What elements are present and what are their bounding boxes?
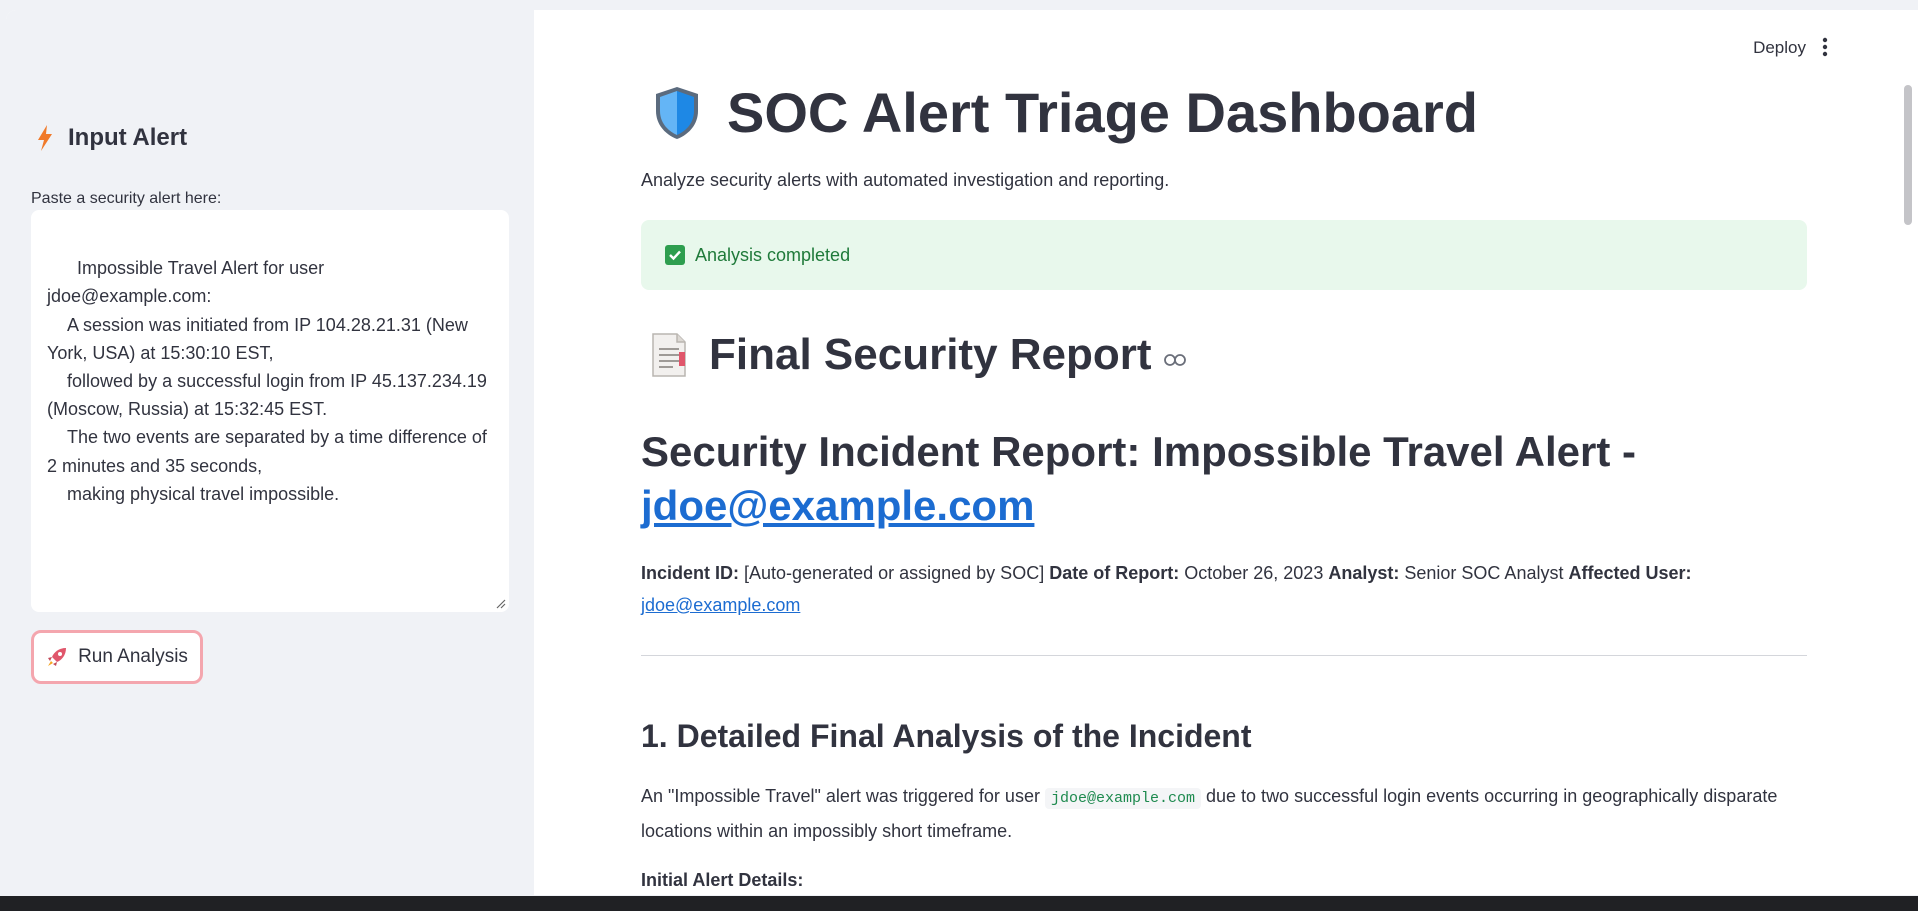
shield-icon [656,86,698,139]
page-title: SOC Alert Triage Dashboard [727,81,1478,144]
incident-id-value: [Auto-generated or assigned by SOC] [744,563,1045,583]
analyst-value: Senior SOC Analyst [1404,563,1564,583]
section-paragraph: An "Impossible Travel" alert was trigger… [641,780,1807,847]
affected-user-label: Affected User: [1568,563,1692,583]
section-title: 1. Detailed Final Analysis of the Incide… [641,718,1252,754]
deploy-button[interactable]: Deploy [1753,38,1806,58]
incident-title-text: Security Incident Report: Impossible Tra… [641,428,1637,475]
section-text-a: An "Impossible Travel" alert was trigger… [641,786,1040,806]
incident-title: Security Incident Report: Impossible Tra… [641,425,1807,533]
main-scrollbar[interactable] [1904,85,1912,225]
page-subtitle: Analyze security alerts with automated i… [641,170,1170,190]
resize-handle-icon[interactable] [496,599,506,609]
report-heading-row: Final Security Report [649,330,1186,380]
report-title: Final Security Report [709,330,1152,379]
anchor-link-icon[interactable] [1163,353,1186,367]
rocket-icon [48,648,67,666]
alert-textarea[interactable]: Impossible Travel Alert for user jdoe@ex… [31,210,509,612]
app-window: Input Alert Paste a security alert here:… [6,10,1918,895]
date-value: October 26, 2023 [1184,563,1324,583]
status-text: Analysis completed [695,244,851,265]
alert-input-label: Paste a security alert here: [31,190,222,207]
title-row: SOC Alert Triage Dashboard [653,80,1478,145]
more-options-icon[interactable] [1822,36,1828,58]
document-icon [652,333,686,377]
status-alert: Analysis completed [641,220,1807,290]
inline-code-user: jdoe@example.com [1044,788,1201,809]
incident-meta: Incident ID: [Auto-generated or assigned… [641,557,1807,621]
incident-title-link[interactable]: jdoe@example.com [641,482,1034,529]
analyst-label: Analyst: [1328,563,1400,583]
affected-user-link[interactable]: jdoe@example.com [641,595,800,615]
divider [641,655,1807,656]
run-analysis-label: Run Analysis [78,646,188,667]
taskbar [0,896,1918,911]
incident-id-label: Incident ID: [641,563,739,583]
main-content: Deploy SOC Alert Triage Dashboard Analyz… [534,10,1918,895]
checkbox-check-icon [665,245,685,265]
sidebar-header: Input Alert [36,124,187,152]
date-label: Date of Report: [1049,563,1180,583]
sidebar-header-text: Input Alert [68,124,188,151]
alert-details-label: Initial Alert Details: [641,870,804,890]
sidebar: Input Alert Paste a security alert here:… [6,10,534,895]
alert-textarea-text: Impossible Travel Alert for user jdoe@ex… [47,258,487,504]
lightning-bolt-icon [38,125,52,151]
run-analysis-button[interactable]: Run Analysis [31,630,203,684]
